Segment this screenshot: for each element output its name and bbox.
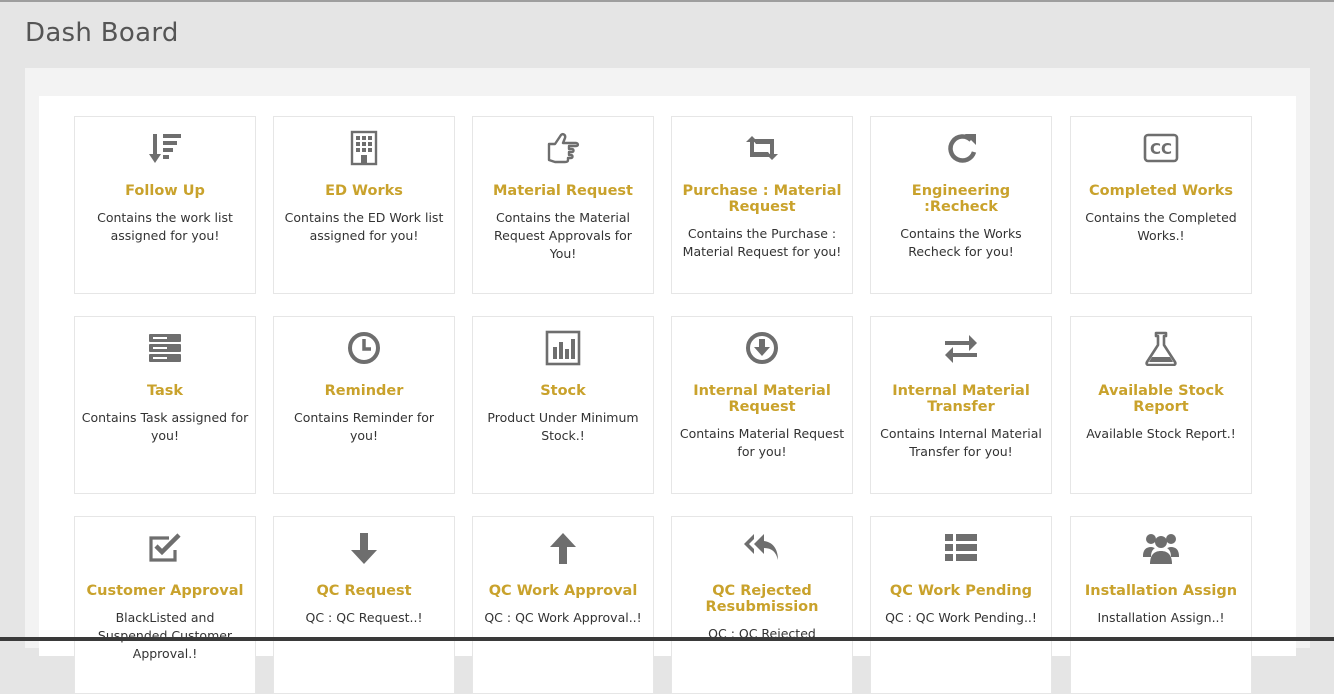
dashboard-card-available-stock-report[interactable]: Available Stock Report Available Stock Re… [1070, 316, 1252, 494]
card-title: QC Request [316, 583, 412, 599]
card-description: Product Under Minimum Stock.! [487, 410, 639, 443]
card-description: Contains the work list assigned for you! [97, 210, 233, 243]
dashboard-card-internal-material-transfer[interactable]: Internal Material Transfer Contains Inter… [870, 316, 1052, 494]
check-square-icon [75, 529, 255, 567]
dashboard-card-installation-assign[interactable]: Installation Assign Installation Assign..… [1070, 516, 1252, 694]
dashboard-card-qc-work-approval[interactable]: QC Work Approval QC : QC Work Approval..! [472, 516, 654, 694]
dashboard-card-internal-material-request[interactable]: Internal Material Request Contains Materi… [671, 316, 853, 494]
arrow-circle-down-icon [672, 329, 852, 367]
card-title: QC Rejected Resubmission [705, 583, 819, 615]
card-description: Contains the Completed Works.! [1085, 210, 1237, 243]
dashboard-card-material-request[interactable]: Material Request Contains the Material Re… [472, 116, 654, 294]
card-title: QC Work Approval [488, 583, 638, 599]
card-description: Contains Internal Material Transfer for … [880, 426, 1042, 459]
building-icon [274, 129, 454, 167]
reply-all-icon [672, 529, 852, 567]
top-border [0, 0, 1334, 2]
card-description: Contains the Material Request Approvals … [494, 210, 632, 261]
card-title: Stock [540, 383, 586, 399]
dashboard-card-qc-work-pending[interactable]: QC Work Pending QC : QC Work Pending..! [870, 516, 1052, 694]
page-title: Dash Board [25, 18, 179, 48]
card-description: Contains Reminder for you! [293, 410, 435, 443]
clock-icon [274, 329, 454, 367]
dashboard-card-customer-approval[interactable]: Customer Approval BlackListed and Suspend… [74, 516, 256, 694]
arrow-down-icon [274, 529, 454, 567]
flask-icon [1071, 329, 1251, 367]
card-description: QC : QC Request..! [305, 610, 423, 625]
card-title: Engineering :Recheck [911, 183, 1011, 215]
card-description: Available Stock Report.! [1086, 426, 1236, 441]
dashboard-card-reminder[interactable]: Reminder Contains Reminder for you! [273, 316, 455, 494]
card-description: Contains the Purchase : Material Request… [682, 226, 842, 259]
dashboard-card-qc-rejected-resubmission[interactable]: QC Rejected Resubmission QC : QC Rejected [671, 516, 853, 694]
card-description: Contains Material Request for you! [679, 426, 845, 459]
dashboard-card-ed-works[interactable]: ED Works Contains the ED Work list assign… [273, 116, 455, 294]
exchange-icon [871, 329, 1051, 367]
dashboard-card-stock[interactable]: Stock Product Under Minimum Stock.! [472, 316, 654, 494]
card-title: ED Works [325, 183, 403, 199]
card-title: QC Work Pending [889, 583, 1033, 599]
retweet-icon [672, 129, 852, 167]
card-title: Installation Assign [1084, 583, 1238, 599]
card-description: QC : QC Work Approval..! [484, 610, 642, 625]
dashboard-card-qc-request[interactable]: QC Request QC : QC Request..! [273, 516, 455, 694]
card-title: Purchase : Material Request [682, 183, 842, 215]
bar-chart-icon [473, 329, 653, 367]
card-title: Follow Up [125, 183, 205, 199]
card-title: Available Stock Report [1098, 383, 1224, 415]
card-title: Completed Works [1089, 183, 1233, 199]
dashboard-card-completed-works[interactable]: CC Completed Works Contains the Completed … [1070, 116, 1252, 294]
sort-descending-icon [75, 129, 255, 167]
card-title: Task [146, 383, 184, 399]
hand-pointing-icon [473, 129, 653, 167]
card-title: Reminder [324, 383, 404, 399]
card-description: QC : QC Work Pending..! [885, 610, 1037, 625]
server-icon [75, 329, 255, 367]
list-icon [871, 529, 1051, 567]
card-title: Internal Material Transfer [892, 383, 1030, 415]
dashboard-card-follow-up[interactable]: Follow Up Contains the work list assigned… [74, 116, 256, 294]
refresh-icon [871, 129, 1051, 167]
dashboard-card-engineering-recheck[interactable]: Engineering :Recheck Contains the Works R… [870, 116, 1052, 294]
card-title: Customer Approval [86, 583, 244, 599]
card-description: Contains Task assigned for you! [81, 410, 249, 443]
card-title: Internal Material Request [693, 383, 831, 415]
card-description: BlackListed and Suspended Customer Appro… [97, 610, 233, 661]
arrow-up-icon [473, 529, 653, 567]
svg-text:CC: CC [1150, 140, 1172, 158]
card-description: Installation Assign..! [1097, 610, 1225, 625]
dashboard-card-purchase-material-request[interactable]: Purchase : Material Request Contains the … [671, 116, 853, 294]
card-description: Contains the Works Recheck for you! [900, 226, 1022, 259]
dashboard-card-task[interactable]: Task Contains Task assigned for you! [74, 316, 256, 494]
bottom-border [0, 637, 1334, 641]
card-description: Contains the ED Work list assigned for y… [284, 210, 444, 243]
users-icon [1071, 529, 1251, 567]
card-title: Material Request [492, 183, 633, 199]
cc-icon: CC [1071, 129, 1251, 167]
